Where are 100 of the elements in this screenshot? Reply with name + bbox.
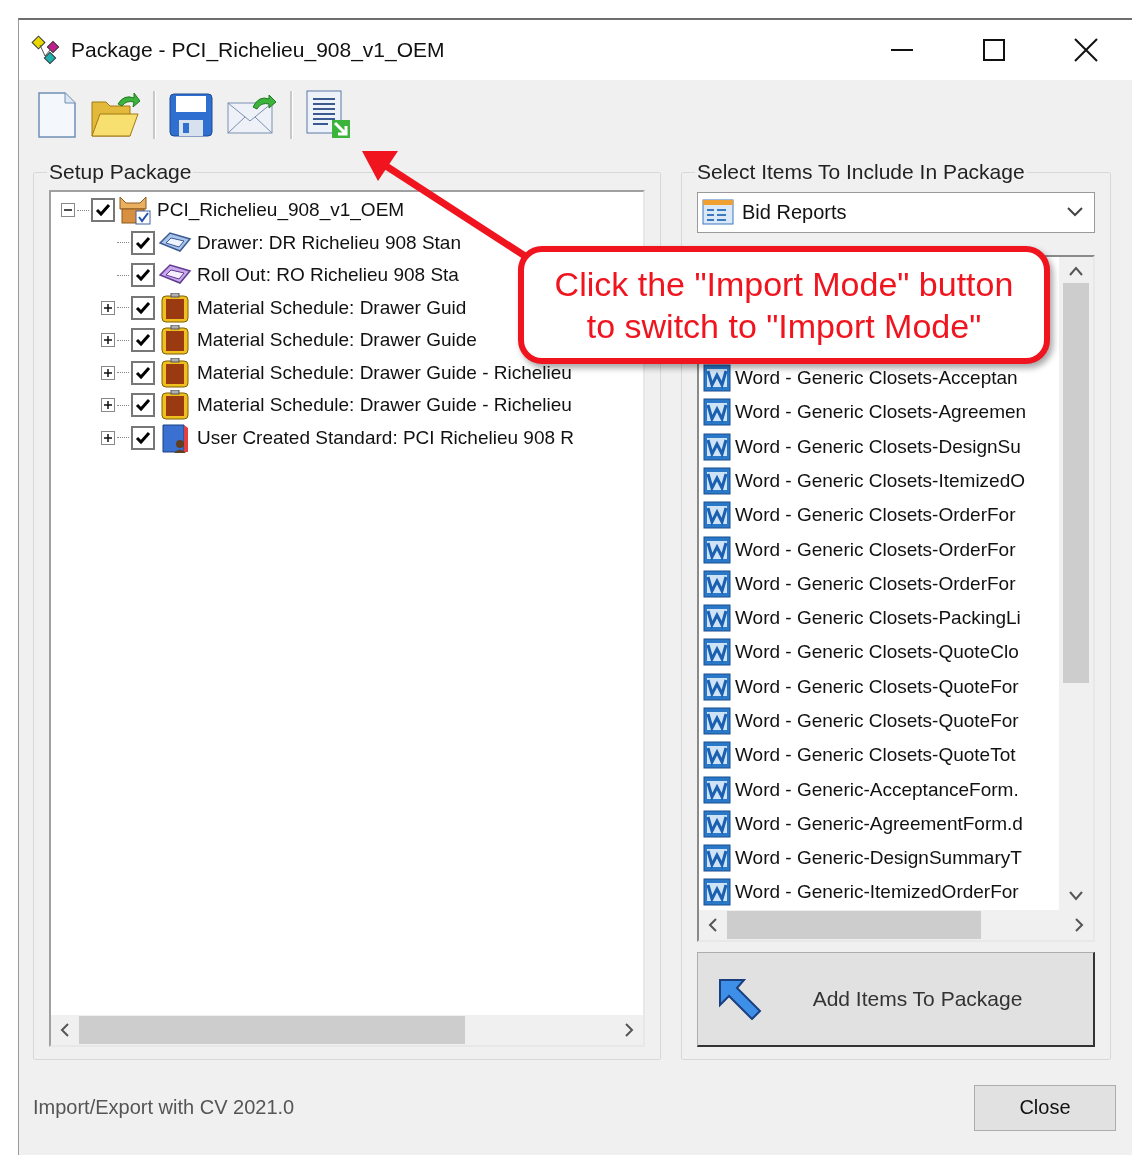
list-item[interactable]: Word - Generic Closets-PackingLi [735, 607, 1021, 630]
word-document-icon [703, 604, 731, 633]
envelope-icon [227, 95, 277, 135]
page-icon [38, 92, 76, 138]
material-icon [161, 357, 189, 388]
list-item[interactable]: Word - Generic-ItemizedOrderFor [735, 881, 1019, 904]
word-document-icon [703, 878, 731, 907]
scroll-left-icon [59, 1022, 71, 1038]
minimize-icon [891, 49, 913, 51]
report-type-dropdown[interactable]: Bid Reports [697, 192, 1095, 233]
scroll-thumb[interactable] [727, 910, 981, 939]
scroll-right-icon [1073, 916, 1085, 933]
material-icon [161, 292, 189, 323]
book-icon [160, 421, 190, 454]
document-arrow-icon [306, 90, 352, 140]
checkmark-icon [95, 203, 111, 218]
close-dialog-button[interactable]: Close [974, 1084, 1116, 1131]
word-document-icon [703, 844, 731, 873]
expand-icon[interactable] [101, 398, 115, 413]
material-icon [161, 325, 189, 356]
checkmark-icon [135, 430, 151, 445]
scroll-right-icon [623, 1022, 635, 1038]
list-item[interactable]: Word - Generic-AgreementForm.d [735, 812, 1023, 835]
checkbox[interactable] [131, 263, 155, 288]
checkbox[interactable] [131, 295, 155, 320]
save-icon [169, 93, 213, 137]
report-icon [702, 199, 734, 226]
tree-item[interactable]: PCI_Richelieu_908_v1_OEM [157, 199, 405, 222]
checkmark-icon [135, 235, 151, 250]
collapse-icon[interactable] [61, 203, 75, 218]
expand-icon[interactable] [101, 333, 115, 348]
checkmark-icon [135, 333, 151, 348]
list-item[interactable]: Word - Generic Closets-OrderFor [735, 504, 1016, 527]
checkbox[interactable] [131, 360, 155, 385]
list-item[interactable]: Word - Generic Closets-QuoteFor [735, 710, 1019, 732]
list-item[interactable]: Word - Generic Closets-DesignSu [735, 435, 1021, 458]
word-document-icon [703, 364, 731, 393]
checkmark-icon [135, 300, 151, 315]
word-document-icon [703, 775, 731, 804]
tree-item[interactable]: User Created Standard: PCI Richelieu 908 R [197, 426, 575, 449]
horizontal-scrollbar[interactable] [699, 909, 1093, 940]
group-title: Select Items To Include In Package [696, 160, 1026, 184]
list-item[interactable]: Word - Generic Closets-QuoteFor [735, 675, 1019, 698]
word-document-icon [703, 672, 731, 701]
scroll-thumb[interactable] [79, 1016, 465, 1044]
list-item[interactable]: Word - Generic Closets-OrderFor [735, 538, 1016, 561]
folder-icon [90, 92, 140, 138]
checkmark-icon [135, 398, 151, 413]
dropdown-caret-icon [1066, 206, 1084, 219]
scroll-up-icon [1068, 264, 1084, 277]
expand-icon[interactable] [101, 365, 115, 380]
list-item[interactable]: Word - Generic Closets-QuoteTot [735, 744, 1016, 767]
maximize-icon [983, 39, 1005, 61]
scroll-down-icon [1068, 889, 1084, 902]
word-document-icon [703, 432, 731, 461]
expand-icon[interactable] [101, 300, 115, 315]
word-document-icon [703, 809, 731, 838]
tree-item[interactable]: Material Schedule: Drawer Guide [197, 329, 477, 352]
list-item[interactable]: Word - Generic-AcceptanceForm. [735, 778, 1019, 801]
drawer-icon [158, 230, 192, 255]
word-document-icon [703, 398, 731, 427]
tree-item[interactable]: Material Schedule: Drawer Guide - Richelieu [197, 361, 572, 384]
list-item[interactable]: Word - Generic Closets-OrderFor [735, 572, 1016, 595]
list-item[interactable]: Word - Generic Closets-Acceptan [735, 367, 1018, 390]
checkmark-icon [135, 365, 151, 380]
vertical-scrollbar[interactable] [1059, 256, 1093, 910]
scroll-left-icon [707, 916, 719, 933]
window-title: Package - PCI_Richelieu_908_v1_OEM [71, 38, 445, 62]
checkbox[interactable] [131, 425, 155, 450]
material-icon [161, 390, 189, 421]
word-document-icon [703, 535, 731, 564]
tree-item[interactable]: Drawer: DR Richelieu 908 Stan [197, 231, 461, 254]
word-document-icon [703, 707, 731, 735]
list-item[interactable]: Word - Generic Closets-ItemizedO [735, 469, 1025, 492]
word-document-icon [703, 501, 731, 530]
word-document-icon [703, 638, 731, 667]
group-title: Setup Package [48, 160, 193, 184]
tree-item[interactable]: Material Schedule: Drawer Guide - Richelieu [197, 394, 572, 417]
tree-item[interactable]: Roll Out: RO Richelieu 908 Sta [197, 264, 459, 287]
list-item[interactable]: Word - Generic Closets-QuoteClo [735, 641, 1019, 664]
close-icon [1074, 38, 1098, 62]
checkbox[interactable] [131, 230, 155, 255]
checkbox[interactable] [91, 198, 115, 223]
list-item[interactable]: Word - Generic Closets-Agreemen [735, 401, 1027, 424]
add-items-button[interactable]: Add Items To Package [697, 951, 1095, 1047]
package-icon [118, 195, 152, 226]
scroll-thumb[interactable] [1063, 282, 1089, 683]
tree-item[interactable]: Material Schedule: Drawer Guid [197, 296, 467, 319]
word-document-icon [703, 466, 731, 495]
word-document-icon [703, 741, 731, 770]
checkmark-icon [135, 268, 151, 283]
arrow-icon [718, 977, 762, 1020]
expand-icon[interactable] [101, 430, 115, 445]
word-document-icon [703, 569, 731, 598]
dropdown-value: Bid Reports [742, 200, 848, 224]
horizontal-scrollbar[interactable] [51, 1015, 643, 1045]
app-icon [31, 35, 61, 65]
checkbox[interactable] [131, 328, 155, 353]
list-item[interactable]: Word - Generic-DesignSummaryT [735, 847, 1022, 870]
checkbox[interactable] [131, 393, 155, 418]
